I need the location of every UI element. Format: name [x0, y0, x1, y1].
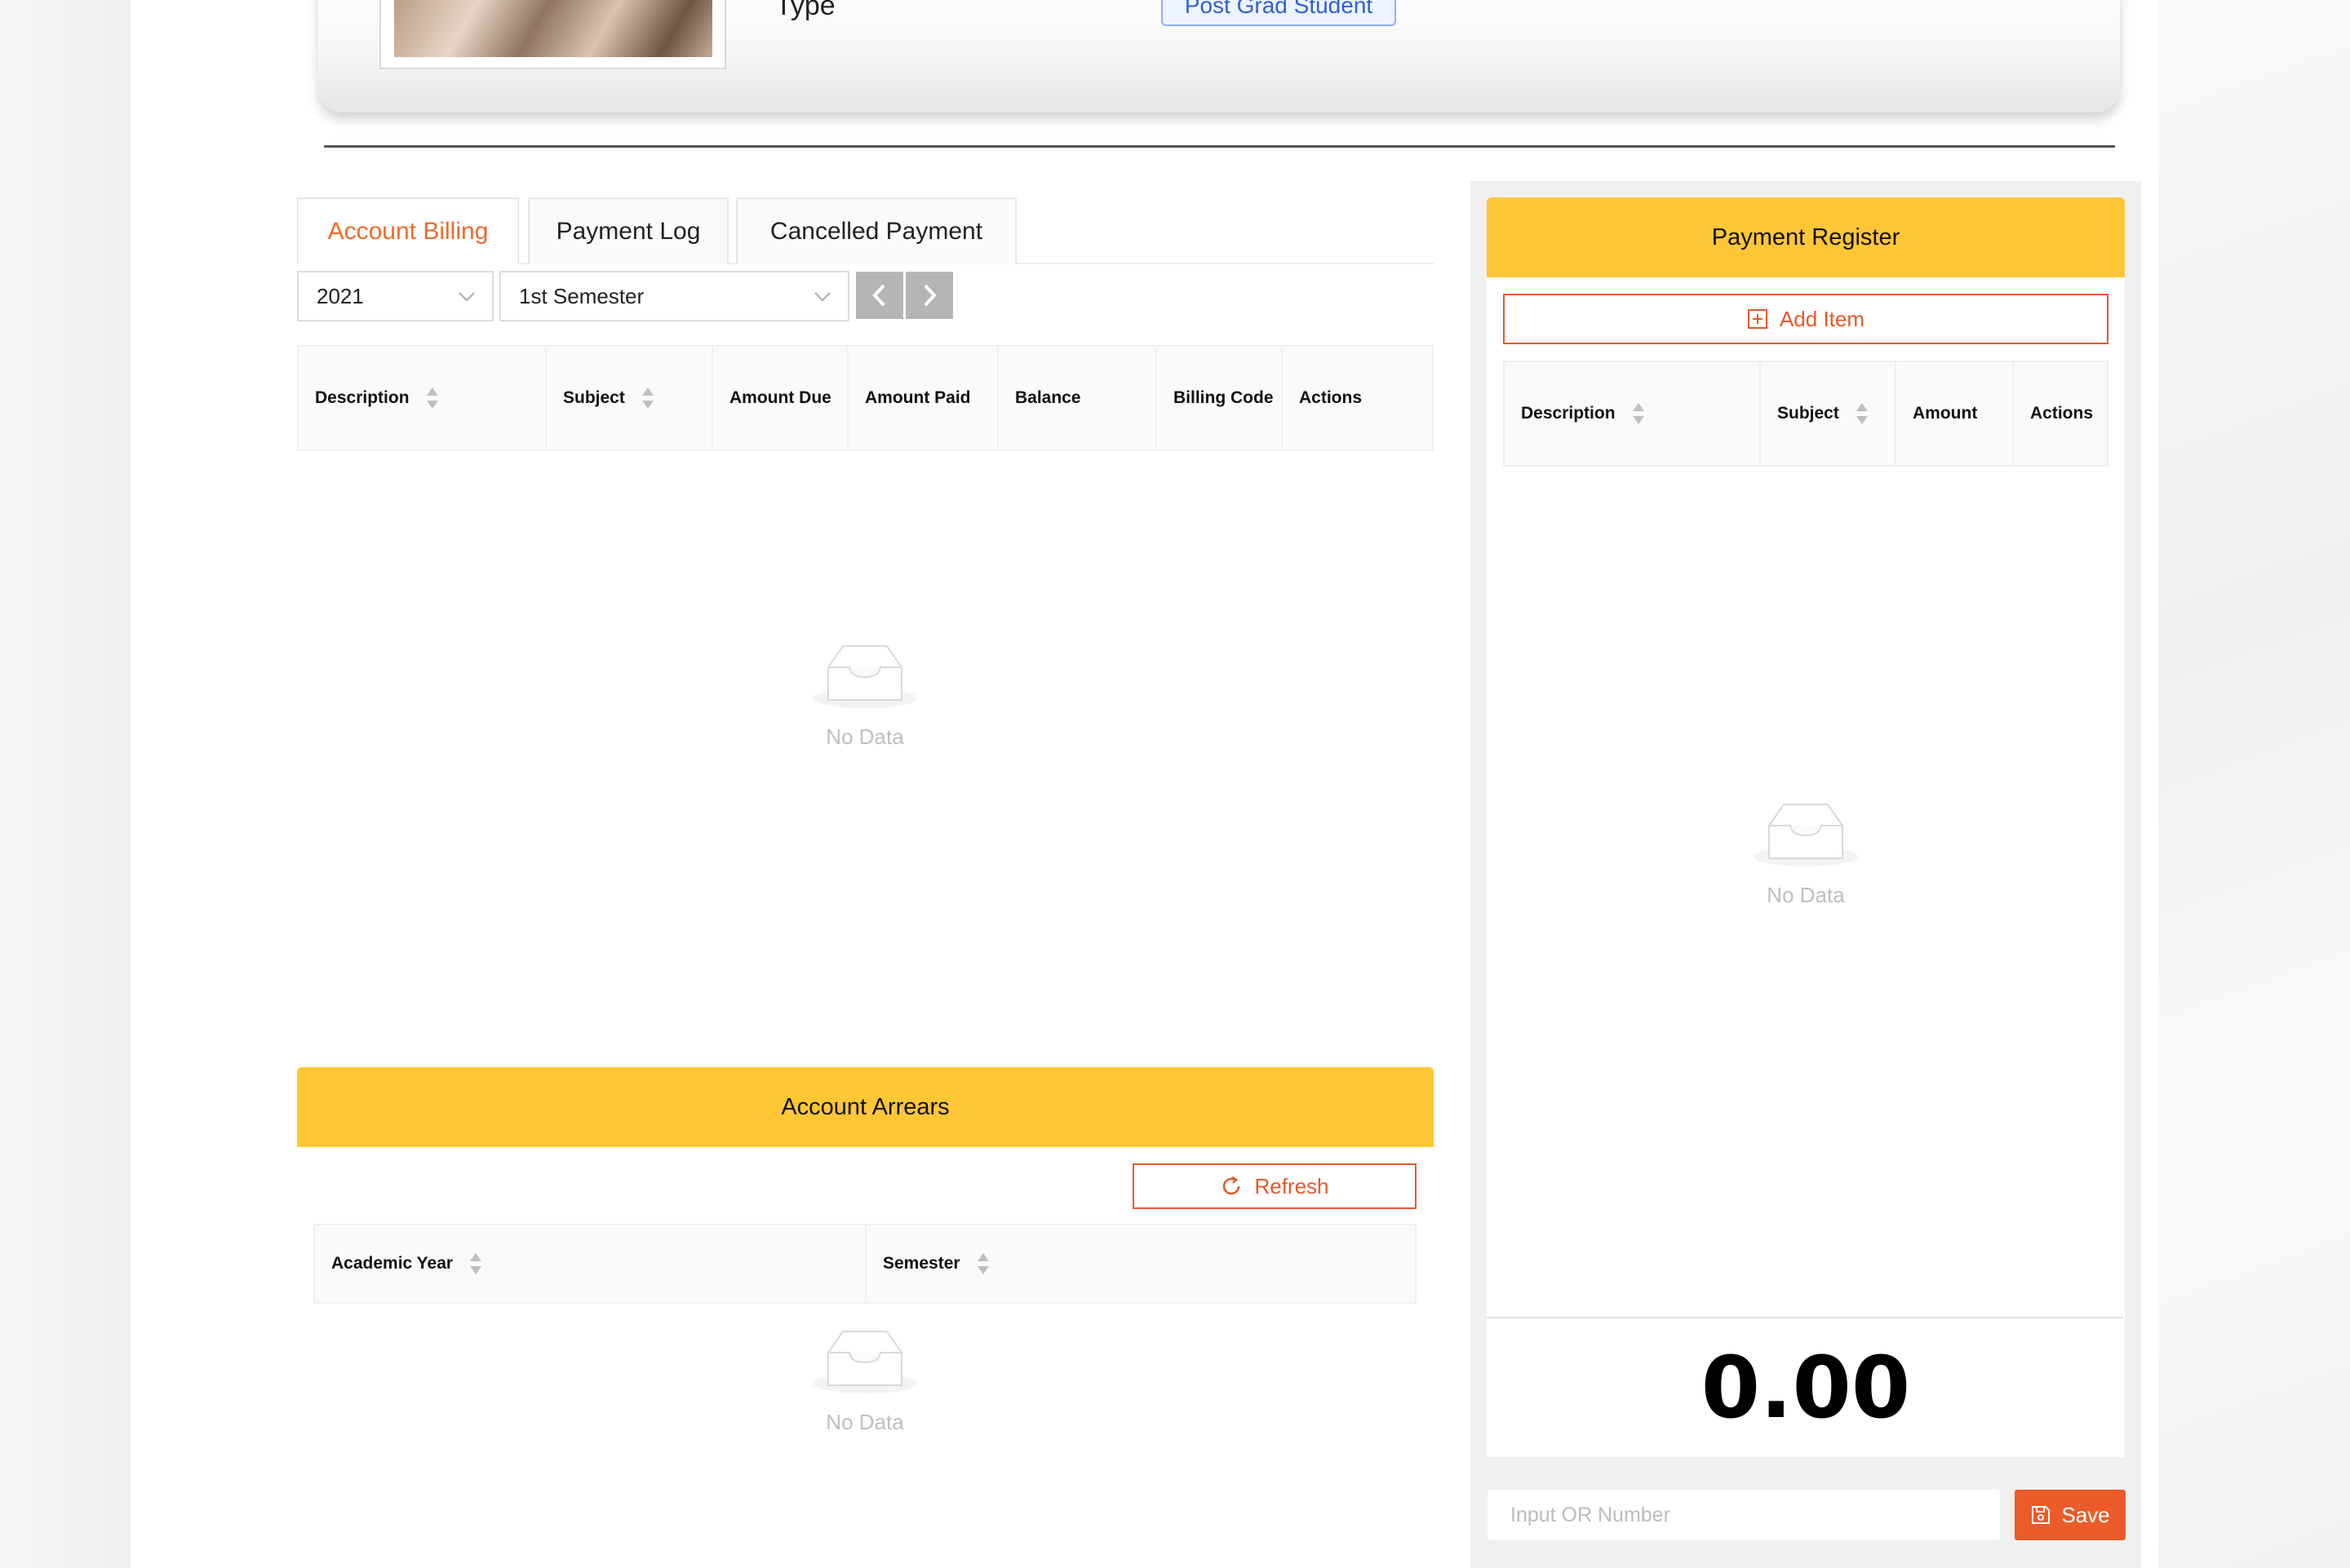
empty-state-label: No Data: [1767, 883, 1845, 907]
sort-icon: [641, 388, 654, 409]
profile-photo: [394, 0, 712, 57]
column-header-description[interactable]: Description: [299, 347, 547, 450]
plus-square-icon: [1747, 309, 1767, 329]
empty-inbox-icon: [813, 1331, 917, 1393]
billing-empty-state: No Data: [767, 643, 963, 750]
total-divider: [1487, 1317, 2123, 1318]
column-header-label: Academic Year: [331, 1254, 454, 1273]
year-select-value: 2021: [317, 283, 364, 308]
column-header-actions: Actions: [1283, 347, 1432, 450]
column-header-label: Subject: [1777, 404, 1839, 423]
column-header-amount-paid: Amount Paid: [849, 347, 999, 450]
year-select[interactable]: 2021: [297, 271, 494, 321]
right-background: [2158, 0, 2350, 1568]
or-number-input[interactable]: [1488, 1490, 2000, 1540]
save-button[interactable]: Save: [2015, 1490, 2126, 1540]
sort-icon: [977, 1253, 989, 1274]
register-empty-state: No Data: [1708, 801, 1904, 908]
chevron-down-icon: [814, 292, 831, 302]
column-header-label: Billing Code: [1173, 388, 1274, 407]
section-divider: [324, 145, 2115, 148]
tab-cancelled-payment[interactable]: Cancelled Payment: [736, 197, 1017, 264]
column-header-label: Actions: [1299, 388, 1363, 407]
add-item-button[interactable]: Add Item: [1503, 294, 2108, 344]
sort-icon: [1632, 403, 1644, 424]
column-header-label: Amount Paid: [865, 388, 971, 407]
type-label: Type: [775, 0, 836, 21]
column-header-semester[interactable]: Semester: [867, 1225, 1415, 1302]
column-header-label: Balance: [1015, 388, 1081, 407]
billing-tabs: Account Billing Payment Log Cancelled Pa…: [297, 197, 1434, 264]
arrears-empty-state: No Data: [767, 1328, 963, 1435]
tab-account-billing[interactable]: Account Billing: [297, 197, 519, 264]
column-header-label: Actions: [2030, 404, 2094, 423]
next-semester-button[interactable]: [906, 272, 953, 319]
column-header-amount: Amount: [1896, 362, 2014, 465]
semester-select[interactable]: 1st Semester: [499, 271, 849, 321]
student-type-badge: Post Grad Student: [1161, 0, 1396, 26]
column-header-subject[interactable]: Subject: [1761, 362, 1896, 465]
tab-payment-log[interactable]: Payment Log: [528, 197, 729, 264]
chevron-down-icon: [459, 292, 475, 302]
chevron-right-icon: [924, 284, 937, 307]
column-header-label: Amount Due: [729, 388, 831, 407]
column-header-label: Semester: [883, 1254, 960, 1273]
column-header-balance: Balance: [999, 347, 1157, 450]
arrears-table-header: Academic Year Semester: [313, 1224, 1417, 1304]
refresh-button[interactable]: Refresh: [1133, 1163, 1417, 1209]
column-header-description[interactable]: Description: [1505, 362, 1761, 465]
column-header-amount-due: Amount Due: [713, 347, 849, 450]
sort-icon: [1856, 403, 1868, 424]
account-arrears-header: Account Arrears: [297, 1067, 1434, 1147]
column-header-label: Subject: [563, 388, 625, 407]
left-background: [0, 0, 131, 1568]
sort-icon: [426, 388, 438, 409]
column-header-billing-code: Billing Code: [1157, 347, 1283, 450]
column-header-subject[interactable]: Subject: [547, 347, 713, 450]
column-header-label: Description: [315, 388, 410, 407]
register-total: 0.00: [1700, 1338, 1911, 1437]
save-button-label: Save: [2061, 1502, 2110, 1527]
register-table-header: Description Subject Amount Actions: [1503, 361, 2108, 467]
add-item-button-label: Add Item: [1779, 306, 1865, 331]
empty-inbox-icon: [813, 645, 917, 708]
save-icon: [2032, 1506, 2051, 1524]
empty-state-label: No Data: [826, 1410, 904, 1434]
billing-table-header: Description Subject Amount Due Amount Pa…: [297, 345, 1434, 451]
column-header-label: Description: [1521, 404, 1616, 423]
column-header-actions: Actions: [2014, 362, 2107, 465]
payment-register-header: Payment Register: [1487, 197, 2125, 277]
empty-state-label: No Data: [826, 724, 904, 749]
refresh-icon: [1223, 1176, 1240, 1195]
previous-semester-button[interactable]: [856, 272, 903, 319]
empty-inbox-icon: [1754, 804, 1858, 866]
profile-photo-frame: [379, 0, 726, 69]
sort-icon: [470, 1253, 482, 1274]
column-header-label: Amount: [1913, 404, 1978, 423]
refresh-button-label: Refresh: [1254, 1173, 1329, 1198]
column-header-academic-year[interactable]: Academic Year: [315, 1225, 867, 1302]
chevron-left-icon: [872, 284, 885, 307]
semester-select-value: 1st Semester: [519, 283, 645, 308]
